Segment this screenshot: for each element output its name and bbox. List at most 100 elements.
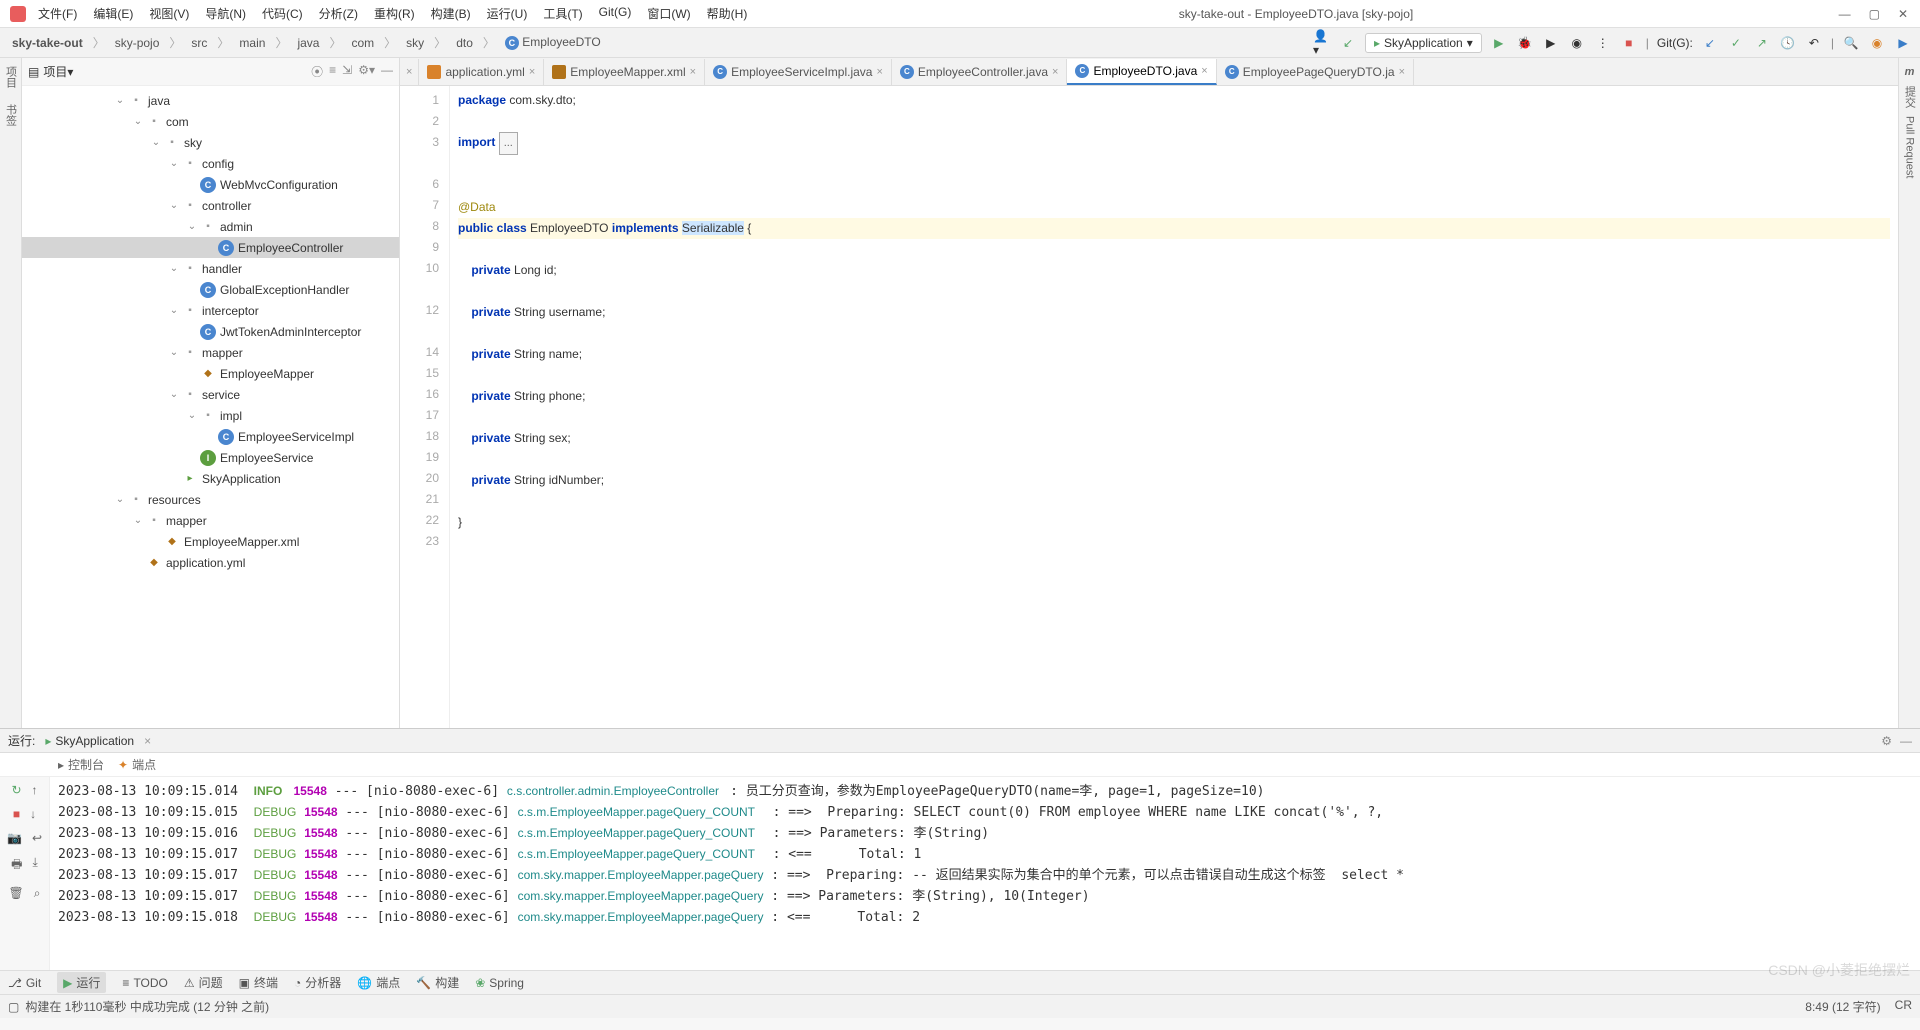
profile-button[interactable]: ◉: [1568, 34, 1586, 52]
tree-item[interactable]: ⌄▪resources: [22, 489, 399, 510]
menu-item[interactable]: 窗口(W): [641, 3, 696, 24]
git-commit-icon[interactable]: ✓: [1727, 34, 1745, 52]
tree-item[interactable]: ⌄▪impl: [22, 405, 399, 426]
run-app-tab[interactable]: ▸ SkyApplication ×: [45, 734, 151, 748]
tree-item[interactable]: CEmployeeServiceImpl: [22, 426, 399, 447]
tree-item[interactable]: ⌄▪controller: [22, 195, 399, 216]
menu-item[interactable]: 分析(Z): [313, 3, 364, 24]
collapse-icon[interactable]: ≡: [329, 63, 336, 80]
pullrequest-tool-button[interactable]: Pull Request: [1904, 112, 1916, 182]
terminal-tool[interactable]: ▣终端: [239, 974, 278, 991]
breadcrumb-item[interactable]: C EmployeeDTO: [501, 33, 605, 52]
more-run-icon[interactable]: ⋮: [1594, 34, 1612, 52]
filter-icon[interactable]: ⌕: [34, 886, 41, 901]
menu-item[interactable]: 重构(R): [368, 3, 421, 24]
ide-update-icon[interactable]: ◉: [1868, 34, 1886, 52]
editor-tab[interactable]: CEmployeePageQueryDTO.ja×: [1217, 59, 1414, 85]
tree-item[interactable]: ⌄▪service: [22, 384, 399, 405]
close-icon[interactable]: ×: [876, 66, 882, 78]
endpoints-tool[interactable]: 🌐端点: [357, 974, 400, 991]
wrap-icon[interactable]: ↩: [32, 831, 42, 845]
maximize-icon[interactable]: ▢: [1869, 7, 1880, 21]
close-icon[interactable]: ×: [144, 734, 151, 748]
menu-item[interactable]: 构建(B): [425, 3, 477, 24]
close-icon[interactable]: ✕: [1898, 7, 1908, 21]
endpoints-tab[interactable]: ✦端点: [118, 756, 156, 773]
menu-item[interactable]: 工具(T): [537, 3, 588, 24]
locate-icon[interactable]: ⦿: [311, 63, 323, 80]
breadcrumb-item[interactable]: dto: [452, 34, 477, 52]
rerun-icon[interactable]: ↻: [11, 783, 21, 797]
analyzer-tool[interactable]: ◔分析器: [294, 974, 341, 991]
breadcrumb-item[interactable]: java: [293, 34, 323, 52]
cursor-position[interactable]: 8:49 (12 字符): [1805, 998, 1880, 1015]
search-icon[interactable]: 🔍: [1842, 34, 1860, 52]
close-icon[interactable]: ×: [690, 66, 696, 78]
commit-tool-button[interactable]: 提交: [1902, 82, 1918, 112]
menu-item[interactable]: 帮助(H): [701, 3, 754, 24]
tree-item[interactable]: ⌄▪interceptor: [22, 300, 399, 321]
git-push-icon[interactable]: ↗: [1753, 34, 1771, 52]
sync-icon[interactable]: ▶: [1894, 34, 1912, 52]
vcs-update-icon[interactable]: ↙: [1339, 34, 1357, 52]
run-tool[interactable]: ▶运行: [57, 972, 106, 993]
tree-item[interactable]: ⌄▪config: [22, 153, 399, 174]
tree-item[interactable]: CEmployeeController: [22, 237, 399, 258]
run-button[interactable]: ▶: [1490, 34, 1508, 52]
breadcrumb-item[interactable]: sky-take-out: [8, 34, 87, 52]
breadcrumb-item[interactable]: main: [235, 34, 269, 52]
menu-item[interactable]: 导航(N): [199, 3, 252, 24]
breadcrumb-item[interactable]: src: [187, 34, 211, 52]
scroll-icon[interactable]: ⤓: [33, 855, 38, 876]
editor-tab[interactable]: CEmployeeController.java×: [892, 59, 1068, 85]
tree-item[interactable]: ⌄▪handler: [22, 258, 399, 279]
git-history-icon[interactable]: 🕓: [1779, 34, 1797, 52]
tree-item[interactable]: CWebMvcConfiguration: [22, 174, 399, 195]
line-separator[interactable]: CR: [1895, 998, 1912, 1015]
tree-item[interactable]: ⌄▪com: [22, 111, 399, 132]
bookmarks-tool-button[interactable]: 书签: [3, 100, 19, 130]
git-rollback-icon[interactable]: ↶: [1805, 34, 1823, 52]
debug-button[interactable]: 🐞: [1516, 34, 1534, 52]
camera-icon[interactable]: 📷: [7, 831, 22, 845]
hide-icon[interactable]: —: [381, 63, 393, 80]
project-tool-button[interactable]: 项目: [3, 62, 19, 92]
stop-icon[interactable]: ■: [13, 807, 20, 821]
message-icon[interactable]: ▢: [8, 1000, 19, 1014]
tree-item[interactable]: ⌄▪admin: [22, 216, 399, 237]
menu-item[interactable]: 视图(V): [143, 3, 195, 24]
stop-button[interactable]: ■: [1620, 34, 1638, 52]
close-icon[interactable]: ×: [1201, 65, 1207, 77]
build-tool[interactable]: 🔨构建: [416, 974, 459, 991]
down-icon[interactable]: ↓: [30, 807, 36, 821]
problems-tool[interactable]: ⚠问题: [184, 974, 223, 991]
git-pull-icon[interactable]: ↙: [1701, 34, 1719, 52]
editor-tab[interactable]: application.yml×: [419, 59, 544, 85]
coverage-button[interactable]: ▶: [1542, 34, 1560, 52]
menu-item[interactable]: 代码(C): [256, 3, 309, 24]
print-icon[interactable]: 🖶: [11, 855, 22, 876]
expand-icon[interactable]: ⇲: [342, 63, 352, 80]
tree-item[interactable]: ◆EmployeeMapper.xml: [22, 531, 399, 552]
tree-item[interactable]: CGlobalExceptionHandler: [22, 279, 399, 300]
tree-item[interactable]: ◆application.yml: [22, 552, 399, 573]
gear-icon[interactable]: ⚙: [1881, 734, 1892, 748]
spring-tool[interactable]: ❀Spring: [475, 976, 524, 990]
menu-item[interactable]: 运行(U): [481, 3, 534, 24]
editor-tab[interactable]: CEmployeeServiceImpl.java×: [705, 59, 892, 85]
close-icon[interactable]: ×: [1052, 66, 1058, 78]
project-view-label[interactable]: 项目: [43, 63, 67, 80]
console-tab[interactable]: ▸控制台: [58, 756, 104, 773]
tree-item[interactable]: ⌄▪mapper: [22, 510, 399, 531]
close-icon[interactable]: ×: [529, 66, 535, 78]
tree-item[interactable]: ◆EmployeeMapper: [22, 363, 399, 384]
breadcrumb-item[interactable]: sky: [402, 34, 428, 52]
up-icon[interactable]: ↑: [32, 783, 38, 797]
code-content[interactable]: package com.sky.dto; import ... @Data pu…: [450, 86, 1898, 728]
tree-item[interactable]: ⌄▪java: [22, 90, 399, 111]
run-config-dropdown[interactable]: ▸ SkyApplication ▾: [1365, 33, 1482, 53]
console-output[interactable]: 2023-08-13 10:09:15.014 INFO 15548 --- […: [50, 777, 1920, 970]
tree-item[interactable]: CJwtTokenAdminInterceptor: [22, 321, 399, 342]
chevron-down-icon[interactable]: ▾: [67, 65, 73, 79]
code-area[interactable]: 123 678910 12 14151617181920212223 packa…: [400, 86, 1898, 728]
